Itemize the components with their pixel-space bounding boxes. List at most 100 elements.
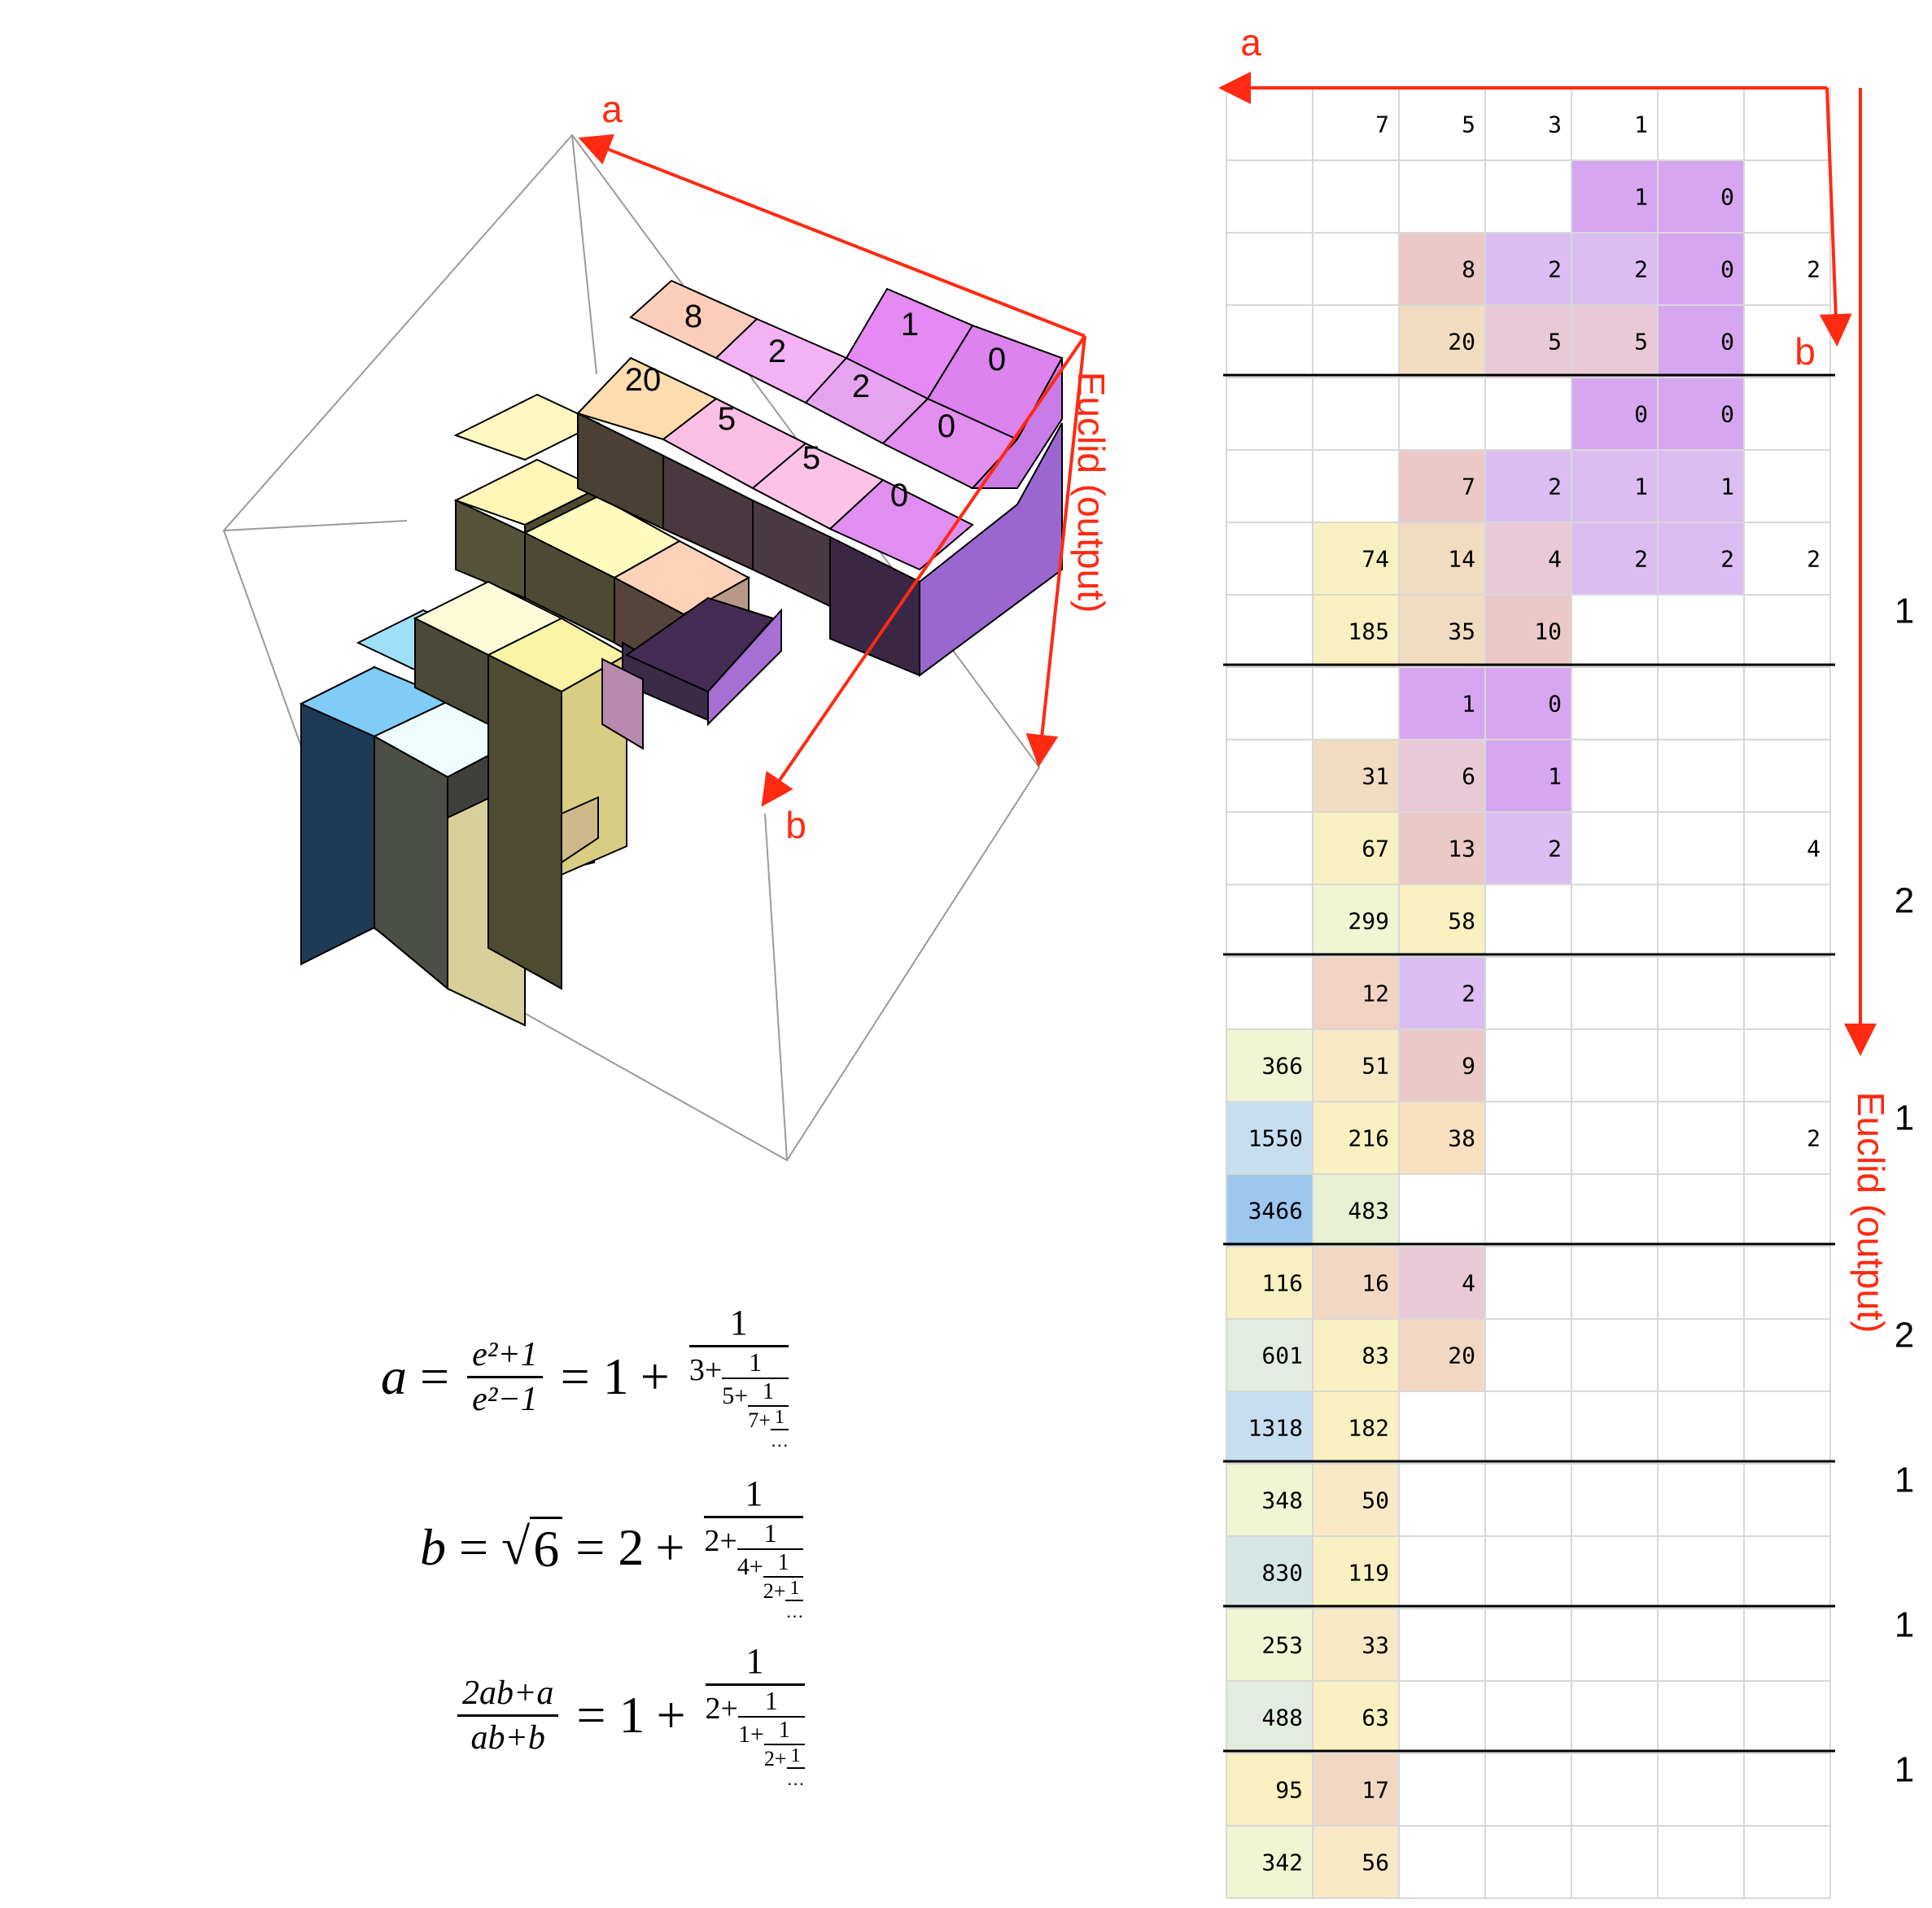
grid-cell-value: 5 xyxy=(1634,329,1648,356)
cube-label: 5 xyxy=(802,440,820,476)
grid-cell-value: 1550 xyxy=(1248,1125,1303,1152)
cf-term: 2+ xyxy=(704,1524,737,1558)
grid-cell-value: 216 xyxy=(1348,1125,1389,1152)
grid-cell-value: 0 xyxy=(1548,691,1562,718)
grid-cell-value: 7 xyxy=(1462,474,1475,500)
grid-cell-value: 33 xyxy=(1362,1632,1389,1659)
grid-cell-value: 56 xyxy=(1362,1849,1389,1876)
formula-a: a = e²+1 e²−1 = 1 + 1 3+ 1 5+ 1 7+ 1… xyxy=(381,1302,789,1452)
formula-b-continued-fraction: 1 2+ 1 4+ 1 2+ 1… xyxy=(704,1473,804,1622)
formula-b-int: 2 xyxy=(618,1518,645,1576)
grid-cell-value: 830 xyxy=(1261,1560,1303,1587)
grid-cells xyxy=(1226,87,1831,1899)
cube-diagram: 8 2 1 0 20 5 2 0 5 0 a b Euclid (output) xyxy=(222,88,1112,1162)
cf-numerator: 1 xyxy=(785,1578,804,1601)
cf-numerator: 1 xyxy=(763,1550,804,1578)
grid-axis-a-label: a xyxy=(1240,21,1261,63)
grid-cell-value: 63 xyxy=(1362,1705,1389,1731)
grid-cell-value: 38 xyxy=(1448,1125,1475,1152)
grid-cell-value: 13 xyxy=(1448,836,1475,862)
grid-cell-value: 8 xyxy=(1462,256,1475,283)
grid-cell-value: 2 xyxy=(1548,836,1562,862)
cf-numerator: 1 xyxy=(705,1640,805,1686)
cube-axis-b-label: b xyxy=(785,804,806,846)
grid-cell-value: 12 xyxy=(1362,980,1389,1007)
formula-b-eq: = xyxy=(459,1518,489,1576)
euclid-grid: 7 5 3 11 08 2 2 0 220 5 5 00 07 2 1 174 14 4 2 2 2185 35 101 03… xyxy=(1218,21,1914,1899)
grid-cell-value: 17 xyxy=(1362,1777,1389,1804)
quotient-label: 1 xyxy=(1895,1098,1914,1138)
grid-cell-value: 2 xyxy=(1720,546,1734,573)
grid-cell-value: 4 xyxy=(1548,546,1562,573)
formula-a-continued-fraction: 1 3+ 1 5+ 1 7+ 1… xyxy=(688,1302,789,1452)
cube-label: 8 xyxy=(684,299,702,334)
quotient-column: 1 2 1 2 1 1 1 xyxy=(1895,592,1914,1790)
cf-numerator: 1 xyxy=(722,1347,789,1379)
cube-label: 2 xyxy=(852,369,870,404)
grid-cell-value: 1 xyxy=(1634,111,1648,138)
grid-cell-value: 1 xyxy=(1634,474,1648,500)
cube-axis-euclid-label: Euclid (output) xyxy=(1070,372,1112,613)
formula-a-plus: + xyxy=(640,1347,670,1405)
grid-cell-value: 5 xyxy=(1462,111,1475,138)
grid-cell-value: 50 xyxy=(1362,1487,1389,1514)
formula-b: b = √ 6 = 2 + 1 2+ 1 4+ 1 2+ 1… xyxy=(420,1473,804,1622)
quotient-label: 1 xyxy=(1895,592,1914,631)
grid-cell-value: 58 xyxy=(1448,908,1475,935)
cube-label: 0 xyxy=(890,478,908,513)
cube-label: 2 xyxy=(768,334,786,369)
formula-c-den: ab+b xyxy=(470,1718,545,1757)
quotient-label: 2 xyxy=(1895,1316,1914,1356)
grid-cell-value: 185 xyxy=(1348,618,1389,645)
formula-c-plus: + xyxy=(656,1686,686,1744)
grid-cell-value: 182 xyxy=(1348,1415,1389,1442)
grid-cell-value: 3466 xyxy=(1248,1198,1303,1225)
grid-axis-euclid-label: Euclid (output) xyxy=(1850,1092,1892,1334)
cf-term: 4+ xyxy=(737,1553,763,1580)
grid-cell-value: 0 xyxy=(1634,401,1648,428)
grid-cell-value: 16 xyxy=(1362,1270,1389,1297)
quotient-label: 1 xyxy=(1895,1605,1914,1645)
quotient-label: 1 xyxy=(1895,1460,1914,1500)
formula-a-int: 1 xyxy=(602,1347,629,1405)
grid-cell-value: 20 xyxy=(1448,329,1475,356)
formula-b-eq2: = xyxy=(575,1518,605,1576)
formula-b-lhs: b xyxy=(420,1518,446,1576)
grid-cell-value: 51 xyxy=(1362,1053,1389,1080)
diagram-canvas: 8 2 1 0 20 5 2 0 5 0 a b Euclid (output)… xyxy=(222,21,1914,1899)
formula-b-plus: + xyxy=(655,1518,685,1576)
grid-axis-b-arrow xyxy=(1819,87,1852,347)
cf-term: 3+ xyxy=(688,1353,723,1387)
cf-term: 7+ xyxy=(748,1408,771,1432)
cf-numerator: 1 xyxy=(737,1518,804,1550)
grid-cell-value: 601 xyxy=(1261,1343,1303,1369)
grid-cell-value: 67 xyxy=(1362,836,1389,862)
grid-cell-value: 483 xyxy=(1348,1198,1389,1225)
formula-c: 2ab+a ab+b = 1 + 1 2+ 1 1+ 1 2+ 1… xyxy=(452,1640,805,1790)
grid-cell-value: 366 xyxy=(1261,1053,1303,1080)
cf-term: 2+ xyxy=(763,1747,787,1770)
cf-ellipsis: … xyxy=(785,1601,804,1622)
cf-numerator: 1 xyxy=(770,1407,789,1430)
cube-label: 20 xyxy=(625,362,662,398)
formula-a-fraction: e²+1 e²−1 xyxy=(467,1335,543,1419)
formula-b-sqrt: √ 6 xyxy=(501,1516,563,1579)
grid-cell-value: 0 xyxy=(1720,329,1734,356)
cf-term: 5+ xyxy=(722,1382,749,1409)
grid-cell-value: 74 xyxy=(1362,546,1389,573)
cf-term: 1+ xyxy=(737,1721,764,1748)
grid-cell-value: 116 xyxy=(1261,1270,1303,1297)
formula-b-radicand: 6 xyxy=(530,1516,563,1579)
formula-c-continued-fraction: 1 2+ 1 1+ 1 2+ 1… xyxy=(705,1640,805,1790)
cf-numerator: 1 xyxy=(688,1302,789,1347)
quotient-label: 2 xyxy=(1895,881,1914,921)
quotient-label: 1 xyxy=(1895,1750,1914,1790)
grid-cell-value: 2 xyxy=(1634,546,1648,573)
cf-numerator: 1 xyxy=(786,1745,805,1769)
formula-c-int: 1 xyxy=(619,1686,645,1744)
cf-term: 2+ xyxy=(705,1692,738,1726)
grid-cell-value: 35 xyxy=(1448,618,1475,645)
cube-label: 0 xyxy=(988,342,1006,378)
grid-cell-value: 3 xyxy=(1548,111,1562,138)
cube-axis-a-label: a xyxy=(601,88,623,130)
